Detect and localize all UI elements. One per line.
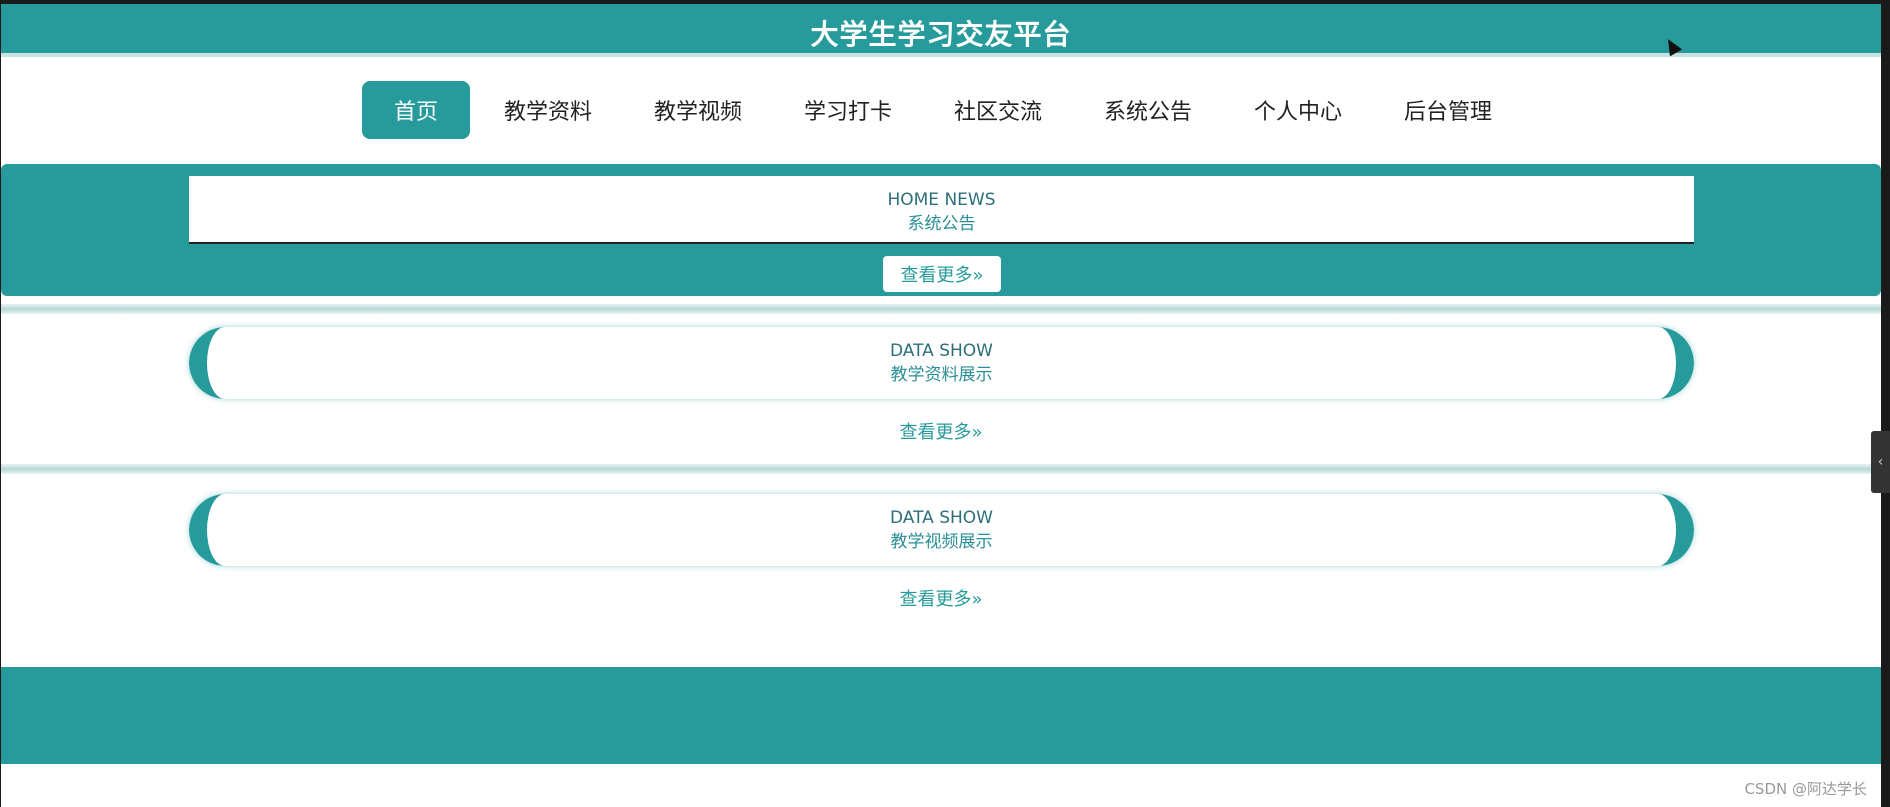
videos-title-en: DATA SHOW (890, 508, 993, 528)
news-title-en: HOME NEWS (887, 190, 996, 210)
videos-section-heading: DATA SHOW 教学视频展示 (189, 494, 1694, 566)
materials-section-heading: DATA SHOW 教学资料展示 (189, 327, 1694, 399)
materials-title-en: DATA SHOW (890, 341, 993, 361)
watermark-text: CSDN @阿达学长 (1744, 780, 1867, 798)
nav-item-home[interactable]: 首页 (361, 81, 470, 139)
section-divider (1, 304, 1881, 314)
footer-bar (1, 667, 1881, 764)
videos-title-cn: 教学视频展示 (890, 532, 993, 552)
nav-item-announcements[interactable]: 系统公告 (1076, 81, 1220, 139)
nav-item-personal-center[interactable]: 个人中心 (1226, 81, 1370, 139)
chevron-left-icon[interactable]: ‹ (1871, 431, 1890, 493)
browser-page: 大学生学习交友平台 首页 教学资料 教学视频 学习打卡 社区交流 系统公告 个人… (1, 4, 1881, 807)
nav-item-admin[interactable]: 后台管理 (1376, 81, 1520, 139)
news-section-heading: HOME NEWS 系统公告 (189, 176, 1694, 244)
top-header-bar: 大学生学习交友平台 (1, 4, 1881, 57)
section-divider (1, 464, 1881, 474)
nav-item-community[interactable]: 社区交流 (926, 81, 1070, 139)
nav-item-teaching-videos[interactable]: 教学视频 (626, 81, 770, 139)
materials-title-cn: 教学资料展示 (890, 365, 993, 385)
site-title: 大学生学习交友平台 (810, 18, 1072, 51)
window-edge (1881, 0, 1890, 807)
materials-more-link[interactable]: 查看更多» (1, 418, 1881, 444)
nav-item-teaching-materials[interactable]: 教学资料 (476, 81, 620, 139)
news-more-button[interactable]: 查看更多» (883, 256, 1001, 292)
videos-more-link[interactable]: 查看更多» (1, 585, 1881, 611)
main-navigation: 首页 教学资料 教学视频 学习打卡 社区交流 系统公告 个人中心 后台管理 (1, 81, 1881, 139)
news-title-cn: 系统公告 (907, 214, 976, 234)
nav-item-study-checkin[interactable]: 学习打卡 (776, 81, 920, 139)
